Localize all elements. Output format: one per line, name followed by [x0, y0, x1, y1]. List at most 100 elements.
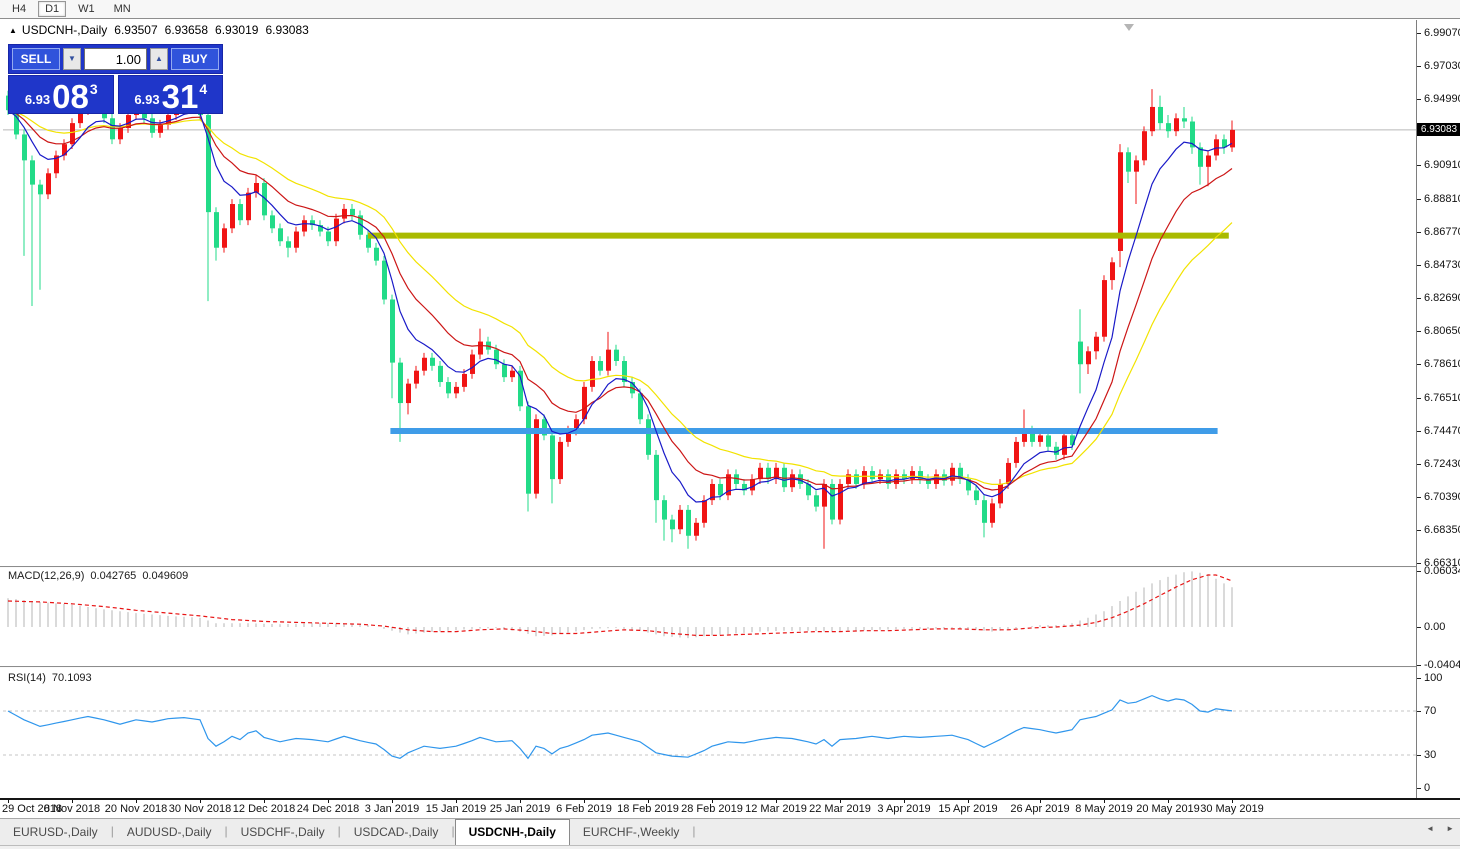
candle-body: [598, 361, 603, 371]
tab-scroll-left-icon[interactable]: ◄: [1426, 824, 1434, 833]
candle-body: [1206, 155, 1211, 166]
timeframe-button-w1[interactable]: W1: [71, 1, 102, 17]
axis-tick: [1417, 232, 1421, 233]
ohlc-open: 6.93507: [114, 23, 157, 37]
date-label: 3 Apr 2019: [877, 803, 930, 815]
candle-body: [1166, 123, 1171, 131]
volume-input[interactable]: [84, 48, 147, 70]
buy-price-base: 6.93: [134, 92, 159, 107]
tab-usdchf-daily[interactable]: USDCHF-,Daily: [228, 819, 338, 845]
buy-price-sup: 4: [199, 81, 207, 97]
candle-body: [718, 484, 723, 495]
candle-body: [870, 471, 875, 479]
volume-increase-button[interactable]: ▲: [150, 48, 168, 70]
axis-tick: [1417, 265, 1421, 266]
candle-body: [22, 134, 27, 160]
candle-body: [1062, 435, 1067, 454]
price-axis-label: 6.99070: [1424, 27, 1460, 39]
tab-audusd-daily[interactable]: AUDUSD-,Daily: [114, 819, 225, 845]
candle-body: [286, 241, 291, 247]
candle-body: [606, 350, 611, 371]
candle-body: [614, 350, 619, 361]
candle-body: [750, 479, 755, 490]
candle-body: [422, 358, 427, 371]
candle-body: [462, 374, 467, 387]
candle-body: [862, 471, 867, 484]
candle-body: [502, 364, 507, 377]
volume-decrease-button[interactable]: ▼: [63, 48, 81, 70]
candle-body: [446, 382, 451, 393]
macd-signal-value: 0.049609: [142, 570, 188, 582]
price-axis-label: 6.97030: [1424, 60, 1460, 72]
sell-price-display[interactable]: 6.93083: [8, 75, 114, 114]
candle-body: [214, 212, 219, 248]
collapse-trade-panel-icon[interactable]: ▲: [9, 26, 17, 35]
candle-body: [238, 204, 243, 220]
timeframe-button-h4[interactable]: H4: [5, 1, 33, 17]
axis-tick: [1417, 711, 1421, 712]
candle-body: [1126, 152, 1131, 171]
candle-body: [1110, 262, 1115, 280]
tab-usdcnh-daily[interactable]: USDCNH-,Daily: [455, 819, 570, 845]
candle-body: [510, 371, 515, 377]
axis-tick: [1417, 530, 1421, 531]
axis-tick: [1417, 99, 1421, 100]
sell-button[interactable]: SELL: [12, 48, 60, 70]
one-click-trading-panel: SELL ▼ ▲ BUY 6.93083 6.93314: [8, 44, 223, 114]
candle-body: [1046, 435, 1051, 446]
date-axis: 29 Oct 20188 Nov 201820 Nov 201830 Nov 2…: [0, 800, 1460, 818]
date-label: 8 May 2019: [1075, 803, 1132, 815]
price-axis-label: 6.68350: [1424, 524, 1460, 536]
date-label: 25 Jan 2019: [490, 803, 551, 815]
rsi-axis-label: 70: [1424, 705, 1436, 717]
price-axis-label: 6.74470: [1424, 425, 1460, 437]
timeframe-toolbar: H4 D1 W1 MN: [0, 0, 1460, 19]
macd-axis-label: 0.00: [1424, 621, 1445, 633]
buy-price-big: 31: [162, 83, 199, 111]
candle-body: [1014, 442, 1019, 463]
candle-body: [854, 474, 859, 484]
candle-body: [1182, 118, 1187, 121]
buy-button[interactable]: BUY: [171, 48, 219, 70]
date-label: 20 Nov 2018: [105, 803, 167, 815]
candle-body: [326, 232, 331, 242]
candle-body: [1086, 351, 1091, 364]
tab-eurusd-daily[interactable]: EURUSD-,Daily: [0, 819, 111, 845]
macd-axis-label: 0.060342: [1424, 565, 1460, 577]
candle-body: [790, 474, 795, 487]
candle-body: [398, 363, 403, 403]
main-chart-canvas[interactable]: [0, 0, 1460, 849]
date-label: 26 Apr 2019: [1010, 803, 1069, 815]
date-label: 12 Mar 2019: [745, 803, 807, 815]
chart-symbol-label: USDCNH-,Daily: [22, 23, 107, 37]
candle-body: [38, 185, 43, 195]
tab-scroll-right-icon[interactable]: ►: [1446, 824, 1454, 833]
candle-body: [646, 419, 651, 455]
chart-tab-bar: EURUSD-,Daily|AUDUSD-,Daily|USDCHF-,Dail…: [0, 818, 1460, 845]
ohlc-close: 6.93083: [265, 23, 308, 37]
tab-eurchf-weekly[interactable]: EURCHF-,Weekly: [570, 819, 692, 845]
candle-body: [822, 484, 827, 507]
price-axis-label: 6.88810: [1424, 193, 1460, 205]
status-bar: [0, 845, 1460, 849]
candle-body: [478, 342, 483, 355]
chart-shift-marker-icon[interactable]: [1124, 24, 1134, 31]
timeframe-button-d1[interactable]: D1: [38, 1, 66, 17]
price-axis-label: 6.94990: [1424, 93, 1460, 105]
candle-body: [302, 220, 307, 231]
axis-tick: [1417, 199, 1421, 200]
candle-body: [526, 406, 531, 493]
candle-body: [46, 173, 51, 194]
tab-usdcad-daily[interactable]: USDCAD-,Daily: [341, 819, 452, 845]
price-axis-label: 6.84730: [1424, 259, 1460, 271]
price-axis: 6.990706.970306.949906.909106.888106.867…: [1416, 20, 1460, 798]
candle-body: [662, 500, 667, 519]
buy-price-display[interactable]: 6.93314: [118, 75, 224, 114]
candle-body: [1006, 463, 1011, 484]
date-label: 6 Feb 2019: [556, 803, 612, 815]
axis-tick: [1417, 627, 1421, 628]
date-label: 15 Apr 2019: [938, 803, 997, 815]
timeframe-button-mn[interactable]: MN: [107, 1, 138, 17]
candle-body: [374, 248, 379, 261]
candle-body: [454, 387, 459, 393]
